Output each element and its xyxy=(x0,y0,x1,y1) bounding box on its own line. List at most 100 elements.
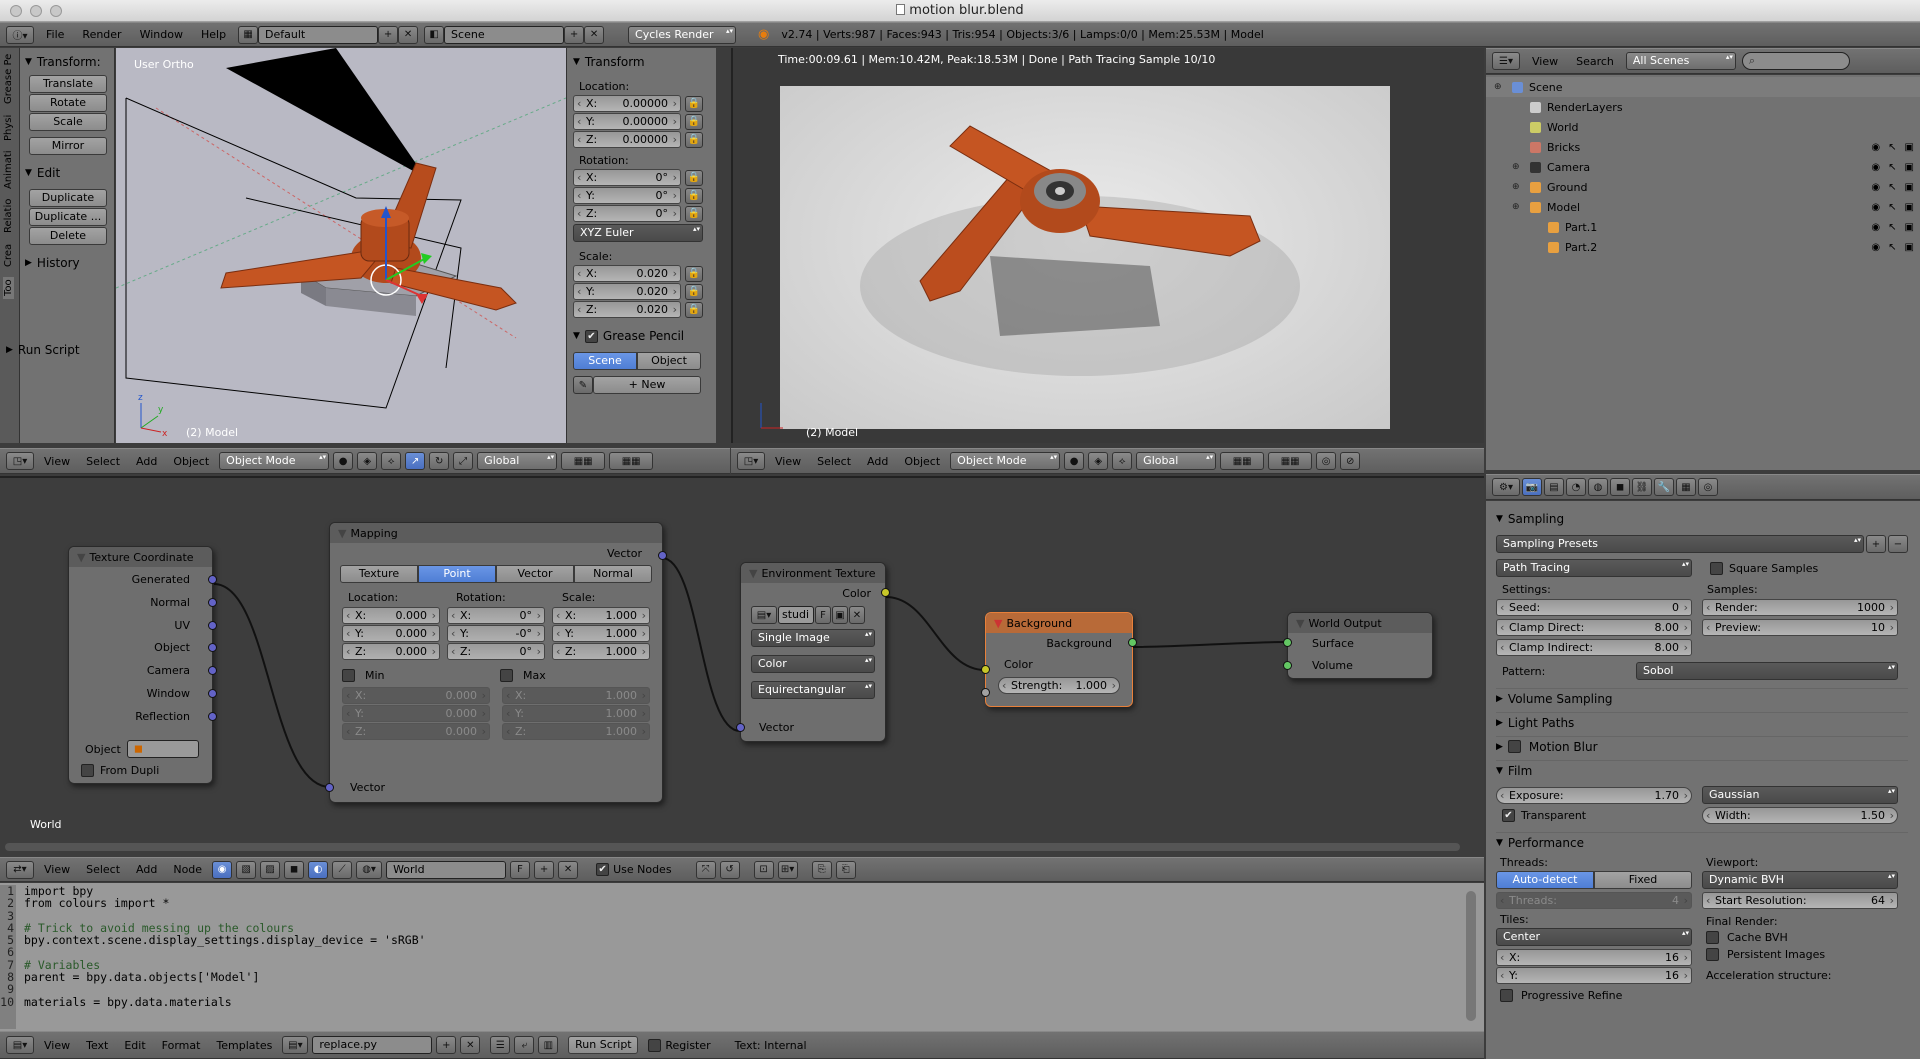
pencil-icon[interactable]: ✎ xyxy=(573,376,593,394)
tab-grease-pencil[interactable]: Grease Pe xyxy=(3,54,14,104)
select-arrow-icon[interactable]: ↖ xyxy=(1888,202,1896,213)
tab-create[interactable]: Crea xyxy=(3,243,14,266)
rotation-field[interactable]: Y: 0° xyxy=(573,187,681,204)
render-camera-icon[interactable]: ▣ xyxy=(1905,182,1914,193)
select-arrow-icon[interactable]: ↖ xyxy=(1888,142,1896,153)
menu-render[interactable]: Render xyxy=(82,28,121,41)
run-script-header[interactable]: ▶ Run Script xyxy=(6,340,80,360)
scene-context-icon[interactable]: ◔ xyxy=(1566,478,1586,496)
folder-icon[interactable]: ▣ xyxy=(832,606,848,624)
bg-strength-input[interactable] xyxy=(981,688,990,697)
mapping-type-tab[interactable]: Normal xyxy=(574,565,652,583)
render-camera-icon[interactable]: ▣ xyxy=(1905,242,1914,253)
world-browse-icon[interactable]: ◍▾ xyxy=(356,860,383,879)
layout-icon[interactable]: ▦ xyxy=(238,25,259,44)
lock-icon[interactable]: 🔒 xyxy=(685,301,703,318)
orientation-select[interactable]: Global xyxy=(477,452,558,470)
mapping-scale-field[interactable]: Z: 1.000 xyxy=(552,643,650,660)
tex-coord-object-field[interactable]: ◼ xyxy=(126,740,199,758)
mapping-rot-field[interactable]: Y: -0° xyxy=(447,625,545,642)
scale-field[interactable]: Z: 0.020 xyxy=(573,301,681,318)
word-wrap-icon[interactable]: ⤶ xyxy=(514,1036,535,1054)
text-new-icon[interactable]: + xyxy=(436,1036,457,1054)
lock-icon[interactable]: 🔒 xyxy=(685,205,703,222)
lock-icon[interactable]: 🔒 xyxy=(685,95,703,112)
mapping-vector-output[interactable] xyxy=(658,551,667,560)
node-menu-select[interactable]: Select xyxy=(86,863,120,876)
render-camera-icon[interactable]: ▣ xyxy=(1905,142,1914,153)
threads-auto-button[interactable]: Auto-detect xyxy=(1496,871,1594,889)
world-out-surface-input[interactable] xyxy=(1283,638,1292,647)
clamp-indirect-field[interactable]: Clamp Indirect: 8.00 xyxy=(1496,639,1692,656)
text-scrollbar[interactable] xyxy=(1466,891,1476,1021)
filter-width-field[interactable]: Width: 1.50 xyxy=(1702,807,1898,824)
outliner-item[interactable]: Part.2 ◉ ↖ ▣ xyxy=(1486,237,1920,257)
duplicate-linked-button[interactable]: Duplicate ... xyxy=(29,208,107,226)
visibility-eye-icon[interactable]: ◉ xyxy=(1871,202,1880,213)
visibility-eye-icon[interactable]: ◉ xyxy=(1871,162,1880,173)
pattern-select[interactable]: Sobol xyxy=(1636,662,1898,680)
object-context-icon[interactable]: ◼ xyxy=(1610,478,1630,496)
scale-field[interactable]: Y: 0.020 xyxy=(573,283,681,300)
preview-samples-field[interactable]: Preview: 10 xyxy=(1702,619,1898,636)
scale-button[interactable]: Scale xyxy=(29,113,107,131)
visibility-eye-icon[interactable]: ◉ xyxy=(1871,222,1880,233)
tex-coord-output-socket[interactable] xyxy=(208,597,217,607)
sampling-presets-select[interactable]: Sampling Presets xyxy=(1496,535,1864,553)
expand-icon[interactable]: ⊕ xyxy=(1494,82,1506,92)
linestyle-icon[interactable]: ⟋ xyxy=(332,860,353,879)
backdrop-icon[interactable]: ↺ xyxy=(719,860,740,879)
world-output-node[interactable]: ▼ World Output Surface Volume xyxy=(1283,612,1433,679)
visibility-eye-icon[interactable]: ◉ xyxy=(1871,142,1880,153)
mapping-loc-field[interactable]: Z: 0.000 xyxy=(342,643,440,660)
compositor-tree-icon[interactable]: ▧ xyxy=(236,860,257,879)
info-editor-icon[interactable]: ⓘ▾ xyxy=(6,25,34,44)
pivot-icon-2[interactable]: ◈ xyxy=(1088,452,1109,470)
volume-sampling-header[interactable]: ▶ Volume Sampling xyxy=(1496,688,1908,708)
rotation-mode-select[interactable]: XYZ Euler xyxy=(573,224,703,242)
layers-icon[interactable]: ▦▦ xyxy=(561,452,606,470)
pivot-icon[interactable]: ◈ xyxy=(357,452,378,470)
mapping-type-tab[interactable]: Point xyxy=(418,565,496,583)
bvh-type-select[interactable]: Dynamic BVH xyxy=(1702,871,1898,889)
progressive-refine-checkbox[interactable] xyxy=(1500,989,1513,1002)
outliner-filter-select[interactable]: All Scenes xyxy=(1625,52,1736,70)
sampling-header[interactable]: ▼ Sampling xyxy=(1496,509,1908,529)
mapping-type-tab[interactable]: Vector xyxy=(496,565,574,583)
film-header[interactable]: ▼ Film xyxy=(1496,760,1908,780)
menu-object-2[interactable]: Object xyxy=(904,455,940,468)
text-menu-view[interactable]: View xyxy=(44,1039,70,1052)
grease-pencil-checkbox[interactable]: ✔ xyxy=(584,329,598,343)
tex-coord-output-socket[interactable] xyxy=(208,620,217,630)
tab-physics[interactable]: Physi xyxy=(3,114,14,140)
tex-coord-output-socket[interactable] xyxy=(208,688,217,698)
menu-window[interactable]: Window xyxy=(140,28,183,41)
snap-target-icon[interactable]: ⊞▾ xyxy=(777,860,798,879)
outliner-item[interactable]: ⊕ Camera ◉ ↖ ▣ xyxy=(1486,157,1920,177)
select-arrow-icon[interactable]: ↖ xyxy=(1888,182,1896,193)
mapping-rot-field[interactable]: X: 0° xyxy=(447,607,545,624)
add-scene-icon[interactable]: + xyxy=(564,25,585,44)
mirror-button[interactable]: Mirror xyxy=(29,137,107,155)
duplicate-button[interactable]: Duplicate xyxy=(29,189,107,207)
text-menu-templates[interactable]: Templates xyxy=(216,1039,272,1052)
start-resolution-field[interactable]: Start Resolution: 64 xyxy=(1702,892,1898,909)
filter-type-select[interactable]: Gaussian xyxy=(1702,786,1898,804)
text-editor-type-icon[interactable]: ▤▾ xyxy=(6,1036,34,1054)
select-arrow-icon[interactable]: ↖ xyxy=(1888,162,1896,173)
line-numbers-toggle-icon[interactable]: ☰ xyxy=(490,1036,511,1054)
texture-coordinate-node[interactable]: ▼ Texture Coordinate Generated Normal UV Obj… xyxy=(68,546,217,784)
env-color-space-select[interactable]: Color xyxy=(751,655,875,673)
mapping-scale-field[interactable]: X: 1.000 xyxy=(552,607,650,624)
node-menu-view[interactable]: View xyxy=(44,863,70,876)
clamp-direct-field[interactable]: Clamp Direct: 8.00 xyxy=(1496,619,1692,636)
env-image-name[interactable]: studi xyxy=(778,606,814,624)
node-menu-node[interactable]: Node xyxy=(173,863,202,876)
bg-color-input[interactable] xyxy=(981,665,990,674)
scale-field[interactable]: X: 0.020 xyxy=(573,265,681,282)
world-unlink-icon[interactable]: ✕ xyxy=(558,860,579,879)
node-menu-add[interactable]: Add xyxy=(136,863,157,876)
transparent-checkbox[interactable]: ✔ xyxy=(1502,809,1515,822)
mapping-node[interactable]: ▼ Mapping Vector Texture Point Vector Normal… xyxy=(325,522,667,803)
persistent-images-checkbox[interactable] xyxy=(1706,948,1719,961)
